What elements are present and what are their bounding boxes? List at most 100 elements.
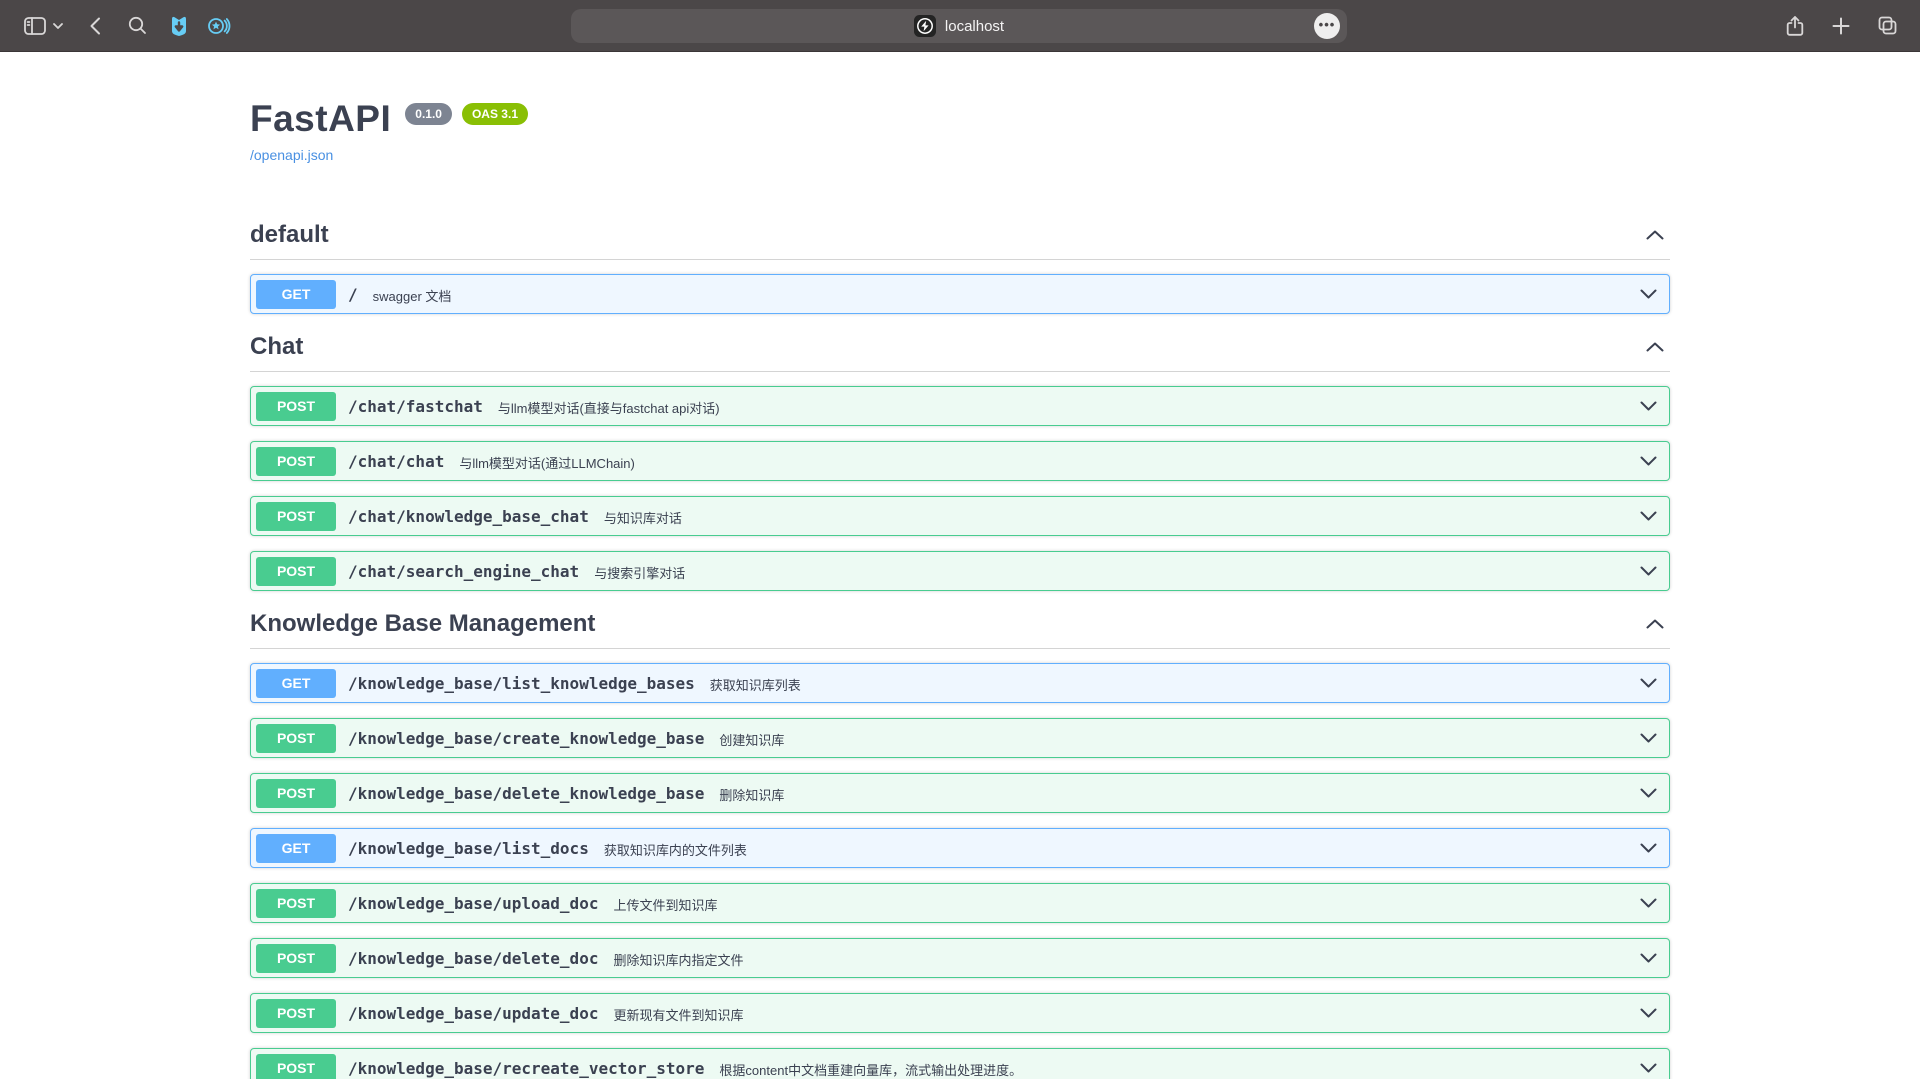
endpoint-row[interactable]: POST /knowledge_base/delete_doc 删除知识库内指定… bbox=[250, 938, 1670, 978]
method-badge: POST bbox=[256, 502, 336, 531]
endpoint-list: GET / swagger 文档 bbox=[250, 274, 1670, 314]
section-title: default bbox=[250, 221, 329, 249]
swagger-page: FastAPI 0.1.0 OAS 3.1 /openapi.json defa… bbox=[0, 52, 1920, 1079]
method-badge: POST bbox=[256, 889, 336, 918]
address-bar[interactable]: localhost ••• bbox=[571, 9, 1347, 43]
endpoint-row[interactable]: GET / swagger 文档 bbox=[250, 274, 1670, 314]
endpoint-description: 根据content中文档重建向量库，流式输出处理进度。 bbox=[719, 1060, 1022, 1079]
expand-endpoint-button[interactable] bbox=[1630, 898, 1657, 908]
search-icon bbox=[128, 16, 147, 35]
endpoint-description: 上传文件到知识库 bbox=[613, 895, 717, 914]
expand-endpoint-button[interactable] bbox=[1630, 1063, 1657, 1073]
method-badge: POST bbox=[256, 447, 336, 476]
endpoint-row[interactable]: GET /knowledge_base/list_knowledge_bases… bbox=[250, 663, 1670, 703]
expand-endpoint-button[interactable] bbox=[1630, 511, 1657, 521]
method-badge: POST bbox=[256, 999, 336, 1028]
method-badge: POST bbox=[256, 1054, 336, 1080]
expand-endpoint-button[interactable] bbox=[1630, 401, 1657, 411]
chevron-up-icon bbox=[1646, 342, 1664, 352]
endpoint-description: 删除知识库 bbox=[719, 785, 784, 804]
collapse-section-button[interactable] bbox=[1646, 619, 1664, 629]
chevron-down-icon bbox=[1640, 1063, 1657, 1073]
chevron-down-icon bbox=[1640, 566, 1657, 576]
method-badge: POST bbox=[256, 724, 336, 753]
expand-endpoint-button[interactable] bbox=[1630, 788, 1657, 798]
sidebar-menu-button[interactable] bbox=[48, 9, 68, 43]
endpoint-path: /knowledge_base/recreate_vector_store bbox=[348, 1059, 704, 1078]
chevron-down-icon bbox=[1640, 953, 1657, 963]
endpoint-description: 创建知识库 bbox=[719, 730, 784, 749]
expand-endpoint-button[interactable] bbox=[1630, 733, 1657, 743]
shield-extension-button[interactable] bbox=[162, 9, 196, 43]
collapse-section-button[interactable] bbox=[1646, 342, 1664, 352]
url-text: localhost bbox=[945, 18, 1004, 35]
endpoint-path: /chat/search_engine_chat bbox=[348, 562, 579, 581]
ripple-star-extension-button[interactable] bbox=[202, 9, 236, 43]
openapi-spec-link[interactable]: /openapi.json bbox=[250, 147, 333, 163]
endpoint-row[interactable]: POST /knowledge_base/update_doc 更新现有文件到知… bbox=[250, 993, 1670, 1033]
endpoint-path: /knowledge_base/list_knowledge_bases bbox=[348, 674, 695, 693]
method-badge: POST bbox=[256, 944, 336, 973]
endpoint-row[interactable]: GET /knowledge_base/list_docs 获取知识库内的文件列… bbox=[250, 828, 1670, 868]
chevron-down-icon bbox=[1640, 456, 1657, 466]
endpoint-description: 与llm模型对话(直接与fastchat api对话) bbox=[498, 398, 720, 417]
tag-section: default GET / swagger 文档 bbox=[250, 217, 1670, 314]
endpoint-path: /knowledge_base/delete_doc bbox=[348, 949, 598, 968]
chevron-down-icon bbox=[1640, 898, 1657, 908]
new-tab-icon bbox=[1832, 17, 1850, 35]
endpoint-row[interactable]: POST /knowledge_base/delete_knowledge_ba… bbox=[250, 773, 1670, 813]
oas-badge: OAS 3.1 bbox=[462, 103, 528, 125]
endpoint-row[interactable]: POST /chat/chat 与llm模型对话(通过LLMChain) bbox=[250, 441, 1670, 481]
expand-endpoint-button[interactable] bbox=[1630, 843, 1657, 853]
method-badge: POST bbox=[256, 557, 336, 586]
endpoint-row[interactable]: POST /knowledge_base/upload_doc 上传文件到知识库 bbox=[250, 883, 1670, 923]
endpoint-row[interactable]: POST /knowledge_base/recreate_vector_sto… bbox=[250, 1048, 1670, 1079]
section-header[interactable]: default bbox=[250, 217, 1670, 260]
endpoint-row[interactable]: POST /chat/knowledge_base_chat 与知识库对话 bbox=[250, 496, 1670, 536]
chevron-down-icon bbox=[1640, 1008, 1657, 1018]
section-title: Chat bbox=[250, 333, 303, 361]
expand-endpoint-button[interactable] bbox=[1630, 566, 1657, 576]
section-header[interactable]: Knowledge Base Management bbox=[250, 606, 1670, 649]
endpoint-description: swagger 文档 bbox=[373, 286, 452, 305]
sidebar-toggle-button[interactable] bbox=[18, 9, 52, 43]
expand-endpoint-button[interactable] bbox=[1630, 953, 1657, 963]
expand-endpoint-button[interactable] bbox=[1630, 289, 1657, 299]
expand-endpoint-button[interactable] bbox=[1630, 456, 1657, 466]
fastapi-favicon bbox=[914, 15, 936, 37]
endpoint-path: / bbox=[348, 285, 358, 304]
back-icon bbox=[90, 17, 101, 35]
expand-endpoint-button[interactable] bbox=[1630, 678, 1657, 688]
version-badge: 0.1.0 bbox=[405, 103, 452, 125]
endpoint-description: 获取知识库列表 bbox=[710, 675, 801, 694]
tab-overview-button[interactable] bbox=[1870, 9, 1904, 43]
endpoint-list: POST /chat/fastchat 与llm模型对话(直接与fastchat… bbox=[250, 386, 1670, 591]
chevron-down-icon bbox=[1640, 843, 1657, 853]
chevron-up-icon bbox=[1646, 230, 1664, 240]
endpoint-path: /knowledge_base/delete_knowledge_base bbox=[348, 784, 704, 803]
section-header[interactable]: Chat bbox=[250, 329, 1670, 372]
chevron-down-icon bbox=[1640, 678, 1657, 688]
chevron-down-icon bbox=[53, 23, 63, 29]
chevron-up-icon bbox=[1646, 619, 1664, 629]
endpoint-description: 与知识库对话 bbox=[604, 508, 682, 527]
endpoint-row[interactable]: POST /chat/fastchat 与llm模型对话(直接与fastchat… bbox=[250, 386, 1670, 426]
endpoint-path: /knowledge_base/update_doc bbox=[348, 1004, 598, 1023]
collapse-section-button[interactable] bbox=[1646, 230, 1664, 240]
endpoint-row[interactable]: POST /knowledge_base/create_knowledge_ba… bbox=[250, 718, 1670, 758]
ripple-star-extension-icon bbox=[207, 16, 231, 36]
new-tab-button[interactable] bbox=[1824, 9, 1858, 43]
search-button[interactable] bbox=[120, 9, 154, 43]
share-button[interactable] bbox=[1778, 9, 1812, 43]
chevron-down-icon bbox=[1640, 289, 1657, 299]
method-badge: POST bbox=[256, 779, 336, 808]
method-badge: GET bbox=[256, 834, 336, 863]
page-settings-button[interactable]: ••• bbox=[1314, 13, 1340, 39]
back-button[interactable] bbox=[78, 9, 112, 43]
expand-endpoint-button[interactable] bbox=[1630, 1008, 1657, 1018]
endpoint-description: 与llm模型对话(通过LLMChain) bbox=[459, 453, 635, 472]
section-title: Knowledge Base Management bbox=[250, 610, 595, 638]
endpoint-row[interactable]: POST /chat/search_engine_chat 与搜索引擎对话 bbox=[250, 551, 1670, 591]
method-badge: GET bbox=[256, 280, 336, 309]
chevron-down-icon bbox=[1640, 511, 1657, 521]
